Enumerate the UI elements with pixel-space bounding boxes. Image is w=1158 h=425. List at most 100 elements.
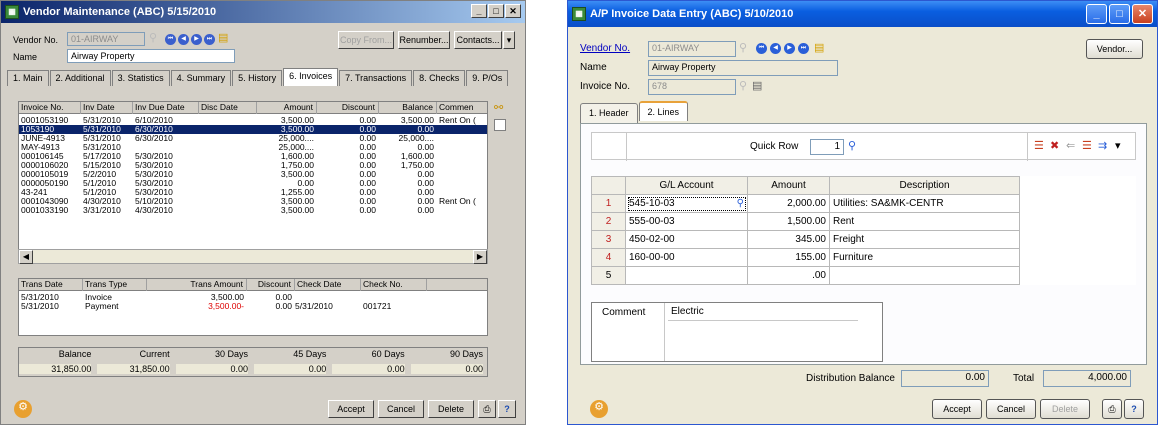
transactions-grid[interactable]: Trans Date Trans Type Trans Amount Disco… [18, 278, 488, 336]
table-row[interactable]: 1 545-10-03 ⚲ 2,000.00 Utilities: SA&MK-CENT… [591, 194, 1136, 213]
col-gl-account[interactable]: G/L Account [625, 176, 748, 195]
table-row[interactable]: 5/31/2010 Invoice 3,500.00 0.00 [19, 293, 487, 302]
renumber-button[interactable]: Renumber... [398, 31, 450, 49]
tab-main[interactable]: 1. Main [7, 70, 49, 86]
tab-header[interactable]: 1. Header [580, 103, 638, 123]
col-inv-due-date[interactable]: Inv Due Date [133, 102, 199, 114]
col-inv-date[interactable]: Inv Date [81, 102, 133, 114]
col-description[interactable]: Description [829, 176, 1020, 195]
print-icon[interactable]: ⎙ [478, 400, 496, 418]
row-options-icon[interactable]: ⇉ [1098, 139, 1107, 153]
close-button-2[interactable]: ✕ [1132, 4, 1153, 24]
first-record-icon[interactable]: ⏮ [165, 34, 176, 45]
table-row[interactable]: 43-241 5/1/2010 5/30/2010 1,255.00 0.00 0.00 [19, 188, 487, 197]
vendor-no-field[interactable]: 01-AIRWAY [67, 32, 145, 46]
next-record-icon-2[interactable]: ▶ [784, 43, 795, 54]
name-field[interactable]: Airway Property [67, 49, 235, 63]
delete-button-2[interactable]: Delete [1040, 399, 1090, 419]
next-record-icon[interactable]: ▶ [191, 34, 202, 45]
table-row[interactable]: 0001033190 3/31/2010 4/30/2010 3,500.00 0.00… [19, 206, 487, 215]
lookup-icon[interactable]: ⚲ [149, 31, 157, 45]
amount-cell[interactable]: .00 [747, 266, 830, 285]
close-button[interactable]: ✕ [505, 4, 521, 18]
description-cell[interactable]: Furniture [829, 248, 1020, 267]
print-icon-2[interactable]: ⎙ [1102, 399, 1122, 419]
contacts-dropdown-icon[interactable]: ▾ [503, 31, 515, 49]
tab-invoices[interactable]: 6. Invoices [283, 68, 339, 86]
tab-summary[interactable]: 4. Summary [170, 70, 232, 86]
cancel-button-2[interactable]: Cancel [986, 399, 1036, 419]
name-field-2[interactable]: Airway Property [648, 60, 838, 76]
table-row[interactable]: 2 555-00-03 1,500.00 Rent [591, 212, 1136, 231]
col-trans-discount[interactable]: Discount [247, 279, 295, 291]
description-cell[interactable]: Rent [829, 212, 1020, 231]
help-wizard-icon[interactable]: ⚙ [14, 400, 32, 418]
binoculars-icon[interactable]: ⚯ [494, 101, 503, 115]
find-icon[interactable]: ⚲ [848, 139, 856, 153]
memo-icon[interactable]: ▤ [752, 79, 762, 93]
delete-button[interactable]: Delete [428, 400, 474, 418]
table-row[interactable]: 0000105019 5/2/2010 5/30/2010 3,500.00 0.00 0… [19, 170, 487, 179]
table-row[interactable]: 0001043090 4/30/2010 5/10/2010 3,500.00 0.00… [19, 197, 487, 206]
description-cell[interactable]: Freight [829, 230, 1020, 249]
accept-button[interactable]: Accept [328, 400, 374, 418]
insert-row-icon[interactable]: ☰ [1034, 139, 1044, 153]
table-row[interactable]: 0000050190 5/1/2010 5/30/2010 0.00 0.00 0.00 [19, 179, 487, 188]
table-row[interactable]: 0001053190 5/31/2010 6/10/2010 3,500.00 0.00… [19, 116, 487, 125]
invoices-hscroll[interactable]: ◀ ▶ [18, 249, 488, 264]
table-row[interactable]: 5.00 [591, 266, 1136, 285]
minimize-button[interactable]: _ [471, 4, 487, 18]
amount-cell[interactable]: 1,500.00 [747, 212, 830, 231]
tab-transactions[interactable]: 7. Transactions [339, 70, 413, 86]
delete-row-icon[interactable]: ✖ [1050, 139, 1059, 153]
col-amount-2[interactable]: Amount [747, 176, 830, 195]
gl-account-cell[interactable] [625, 266, 748, 285]
description-cell[interactable]: Utilities: SA&MK-CENTR [829, 194, 1020, 213]
cancel-button[interactable]: Cancel [378, 400, 424, 418]
last-record-icon[interactable]: ⏭ [204, 34, 215, 45]
lookup-icon-3[interactable]: ⚲ [739, 79, 747, 93]
col-discount[interactable]: Discount [317, 102, 379, 114]
accept-button-2[interactable]: Accept [932, 399, 982, 419]
first-record-icon-2[interactable]: ⏮ [756, 43, 767, 54]
vendor-button[interactable]: Vendor... [1086, 39, 1143, 59]
table-row[interactable]: 0000106020 5/15/2010 5/30/2010 1,750.00 0.00… [19, 161, 487, 170]
table-row[interactable]: 000106145 5/17/2010 5/30/2010 1,600.00 0.00 1… [19, 152, 487, 161]
gl-account-cell[interactable]: 450-02-00 [625, 230, 748, 249]
notes-icon-2[interactable]: ▤ [814, 41, 824, 55]
tab-statistics[interactable]: 3. Statistics [111, 70, 170, 86]
scroll-left-icon[interactable]: ◀ [19, 250, 33, 264]
contacts-button[interactable]: Contacts... [454, 31, 502, 49]
copy-row-icon[interactable]: ☰ [1082, 139, 1092, 153]
undo-row-icon[interactable]: ⇐ [1066, 139, 1075, 153]
invoice-no-field[interactable]: 678 [648, 79, 736, 95]
col-invoice-no[interactable]: Invoice No. [19, 102, 81, 114]
lookup-icon-2[interactable]: ⚲ [739, 41, 747, 55]
notes-icon[interactable]: ▤ [218, 31, 228, 45]
gl-account-cell[interactable]: 545-10-03 ⚲ [625, 194, 748, 213]
col-check-date[interactable]: Check Date [295, 279, 361, 291]
maximize-button[interactable]: □ [488, 4, 504, 18]
amount-cell[interactable]: 345.00 [747, 230, 830, 249]
toolbar-dropdown-icon[interactable]: ▾ [1115, 139, 1121, 153]
table-row[interactable]: 3 450-02-00 345.00 Freight [591, 230, 1136, 249]
prev-record-icon[interactable]: ◀ [178, 34, 189, 45]
help-icon-2[interactable]: ? [1124, 399, 1144, 419]
table-row[interactable]: JUNE-4913 5/31/2010 6/30/2010 25,000.... 0.0… [19, 134, 487, 143]
side-box[interactable] [494, 119, 506, 131]
table-row[interactable]: 4 160-00-00 155.00 Furniture [591, 248, 1136, 267]
tab-checks[interactable]: 8. Checks [413, 70, 466, 86]
table-row[interactable]: MAY-4913 5/31/2010 25,000.... 0.00 0.00 [19, 143, 487, 152]
tab-history[interactable]: 5. History [232, 70, 283, 86]
col-trans-type[interactable]: Trans Type [83, 279, 147, 291]
last-record-icon-2[interactable]: ⏭ [798, 43, 809, 54]
lookup-icon[interactable]: ⚲ [737, 198, 744, 209]
col-check-no[interactable]: Check No. [361, 279, 427, 291]
col-disc-date[interactable]: Disc Date [199, 102, 257, 114]
table-row[interactable]: 5/31/2010 Payment 3,500.00- 0.00 5/31/2010 00… [19, 302, 487, 311]
vendor-no-link[interactable]: Vendor No. [580, 43, 630, 54]
col-amount[interactable]: Amount [257, 102, 317, 114]
maximize-button-2[interactable]: □ [1109, 4, 1130, 24]
prev-record-icon-2[interactable]: ◀ [770, 43, 781, 54]
quick-row-field[interactable]: 1 [810, 139, 844, 155]
